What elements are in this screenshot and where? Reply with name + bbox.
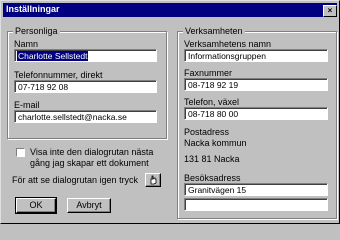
personal-group: Personliga Namn Charlotte Sellstedt Tele… bbox=[7, 26, 167, 139]
fax-label: Faxnummer bbox=[184, 68, 233, 78]
phone-value: 07-718 92 08 bbox=[18, 82, 69, 92]
reopen-button[interactable] bbox=[145, 173, 161, 187]
business-phone-value: 08-718 80 00 bbox=[188, 109, 239, 119]
email-value: charlotte.sellstedt@nacka.se bbox=[18, 112, 127, 122]
checkbox-label-1: Visa inte den dialogrutan nästa bbox=[30, 147, 154, 157]
hide-dialog-checkbox[interactable] bbox=[16, 148, 25, 157]
cancel-button[interactable]: Avbryt bbox=[67, 198, 111, 213]
close-icon[interactable]: × bbox=[323, 5, 337, 17]
postal-line-2: 131 81 Nacka bbox=[184, 154, 240, 164]
checkbox-label-2: gång jag skapar ett dokument bbox=[30, 158, 149, 168]
business-group: Verksamheten Verksamhetens namn Informat… bbox=[177, 26, 337, 219]
visit-label: Besöksadress bbox=[184, 173, 241, 183]
email-label: E-mail bbox=[14, 100, 40, 110]
title-bar: Inställningar × bbox=[3, 3, 337, 17]
business-legend: Verksamheten bbox=[183, 26, 245, 36]
settings-dialog: Inställningar × Personliga Namn Charlott… bbox=[0, 0, 340, 224]
name-value: Charlotte Sellstedt bbox=[17, 51, 89, 61]
fax-value: 08-718 92 19 bbox=[188, 80, 239, 90]
phone-label: Telefonnummer, direkt bbox=[14, 70, 103, 80]
visit-value-1: Granitvägen 15 bbox=[188, 185, 247, 195]
business-name-field[interactable]: Informationsgruppen bbox=[184, 49, 328, 62]
ok-button[interactable]: OK bbox=[15, 197, 57, 214]
hand-icon bbox=[150, 175, 157, 185]
postal-label: Postadress bbox=[184, 127, 230, 137]
personal-legend: Personliga bbox=[13, 26, 60, 36]
business-phone-label: Telefon, växel bbox=[184, 97, 240, 107]
business-phone-field[interactable]: 08-718 80 00 bbox=[184, 107, 328, 120]
business-name-label: Verksamhetens namn bbox=[184, 39, 272, 49]
email-field[interactable]: charlotte.sellstedt@nacka.se bbox=[14, 110, 157, 123]
visit-field-2[interactable] bbox=[184, 198, 328, 211]
reopen-text: För att se dialogrutan igen tryck bbox=[12, 175, 139, 185]
business-name-value: Informationsgruppen bbox=[188, 51, 266, 61]
name-field[interactable]: Charlotte Sellstedt bbox=[14, 49, 157, 62]
postal-line-1: Nacka kommun bbox=[184, 138, 247, 148]
fax-field[interactable]: 08-718 92 19 bbox=[184, 78, 328, 91]
phone-field[interactable]: 07-718 92 08 bbox=[14, 80, 157, 93]
visit-field-1[interactable]: Granitvägen 15 bbox=[184, 183, 328, 196]
name-label: Namn bbox=[14, 39, 39, 49]
window-title: Inställningar bbox=[6, 4, 60, 14]
